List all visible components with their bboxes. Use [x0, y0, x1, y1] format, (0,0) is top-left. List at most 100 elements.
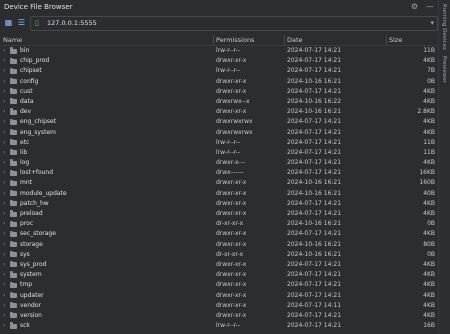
table-row[interactable]: › preload drwxr-xr-x 2024-07-17 14:21 4KB [0, 209, 438, 219]
chevron-right-icon[interactable]: › [3, 301, 5, 311]
folder-icon [10, 98, 17, 105]
file-permissions: drwxr-xr-x [216, 57, 247, 65]
chevron-right-icon[interactable]: › [3, 219, 5, 229]
column-divider[interactable] [213, 35, 214, 45]
table-row[interactable]: › bin lrw-r--r-- 2024-07-17 14:21 11B [0, 46, 438, 56]
file-permissions: lrw-r--r-- [216, 148, 241, 156]
folder-icon [10, 240, 17, 248]
minimize-icon[interactable]: — [426, 0, 434, 14]
table-row[interactable]: › mnt drwxr-xr-x 2024-10-16 16:21 160B [0, 178, 438, 188]
file-name: eng_chipset [20, 118, 57, 126]
column-header-date[interactable]: Date [287, 35, 303, 45]
filter-icon[interactable]: ☰ [16, 17, 27, 28]
table-row[interactable]: › cust drwxr-xr-x 2024-07-17 14:21 4KB [0, 87, 438, 97]
table-row[interactable]: › dev drwxr-xr-x 2024-10-16 16:21 2.8KB [0, 107, 438, 117]
chevron-right-icon[interactable]: › [3, 250, 5, 260]
file-permissions: drwxrwxrwx [216, 118, 253, 126]
table-row[interactable]: › patch_hw drwxr-xr-x 2024-07-17 14:21 4KB [0, 199, 438, 209]
device-label: 127.0.0.1:5555 [47, 19, 97, 27]
chevron-right-icon[interactable]: › [3, 189, 5, 199]
folder-icon [10, 179, 17, 186]
table-row[interactable]: › config drwxr-xr-x 2024-10-16 16:21 0B [0, 77, 438, 87]
column-header-name[interactable]: Name [3, 35, 22, 45]
file-size: 16B [423, 322, 435, 330]
chevron-right-icon[interactable]: › [3, 107, 5, 117]
table-row[interactable]: › module_update drwxr-xr-x 2024-10-16 16:21… [0, 189, 438, 199]
table-row[interactable]: › chip_prod drwxr-xr-x 2024-07-17 14:21 4KB [0, 56, 438, 66]
file-date: 2024-07-17 14:21 [287, 148, 342, 156]
folder-icon [10, 67, 17, 74]
chevron-right-icon[interactable]: › [3, 138, 5, 148]
chevron-right-icon[interactable]: › [3, 209, 5, 219]
table-row[interactable]: › eng_system drwxrwxrwx 2024-07-17 14:21 4KB [0, 128, 438, 138]
file-name: sec_storage [20, 230, 56, 238]
chevron-right-icon[interactable]: › [3, 66, 5, 76]
file-name: lost+found [20, 169, 54, 177]
table-row[interactable]: › storage drwxr-xr-x 2024-10-16 16:21 80B [0, 240, 438, 250]
table-row[interactable]: › sck lrw-r--r-- 2024-07-17 14:21 16B [0, 321, 438, 331]
table-row[interactable]: › sys dr-xr-xr-x 2024-10-16 16:21 0B [0, 250, 438, 260]
table-row[interactable]: › sys_prod drwxr-xr-x 2024-07-17 14:21 4KB [0, 260, 438, 270]
file-name: lib [20, 148, 28, 156]
table-row[interactable]: › system drwxr-xr-x 2024-07-17 14:21 4KB [0, 270, 438, 280]
chevron-right-icon[interactable]: › [3, 311, 5, 321]
chevron-right-icon[interactable]: › [3, 46, 5, 56]
file-name: sck [20, 322, 30, 330]
folder-icon [10, 159, 17, 166]
chevron-right-icon[interactable]: › [3, 280, 5, 290]
chevron-right-icon[interactable]: › [3, 148, 5, 158]
chevron-right-icon[interactable]: › [3, 291, 5, 301]
table-row[interactable]: › sec_storage drwxr-xr-x 2024-07-17 14:21 4K… [0, 229, 438, 239]
file-name: data [20, 97, 34, 105]
file-size: 4KB [423, 281, 435, 289]
file-name: cust [20, 87, 33, 95]
table-row[interactable]: › version drwxr-xr-x 2024-07-17 14:21 4KB [0, 311, 438, 321]
chevron-right-icon[interactable]: › [3, 240, 5, 250]
table-row[interactable]: › tmp drwxr-xr-x 2024-07-17 14:21 4KB [0, 280, 438, 290]
chevron-right-icon[interactable]: › [3, 321, 5, 331]
chevron-right-icon[interactable]: › [3, 199, 5, 209]
chevron-right-icon[interactable]: › [3, 260, 5, 270]
chevron-right-icon[interactable]: › [3, 97, 5, 107]
file-size: 4KB [423, 271, 435, 279]
table-row[interactable]: › lib lrw-r--r-- 2024-07-17 14:21 11B [0, 148, 438, 158]
table-header: Name Permissions Date Size [0, 35, 438, 46]
table-row[interactable]: › data drwxrwx--x 2024-10-16 16:22 4KB [0, 97, 438, 107]
chevron-right-icon[interactable]: › [3, 158, 5, 168]
column-header-permissions[interactable]: Permissions [216, 35, 254, 45]
file-size: 4KB [423, 230, 435, 238]
table-row[interactable]: › lost+found drwx------ 2024-07-17 14:21 16K… [0, 168, 438, 178]
chevron-right-icon[interactable]: › [3, 178, 5, 188]
chevron-right-icon[interactable]: › [3, 77, 5, 87]
chevron-right-icon[interactable]: › [3, 87, 5, 97]
table-row[interactable]: › proc dr-xr-xr-x 2024-10-16 16:21 0B [0, 219, 438, 229]
file-name: etc [20, 138, 30, 146]
table-row[interactable]: › etc lrw-r--r-- 2024-07-17 14:21 11B [0, 138, 438, 148]
table-row[interactable]: › updater drwxr-xr-x 2024-07-17 14:21 4KB [0, 291, 438, 301]
file-size: 4KB [423, 210, 435, 217]
file-name: patch_hw [20, 199, 49, 207]
table-row[interactable]: › chipset lrw-r--r-- 2024-07-17 14:21 7B [0, 66, 438, 76]
column-divider[interactable] [386, 35, 387, 45]
device-selector[interactable]: ▯ 127.0.0.1:5555 ▾ [30, 16, 438, 31]
chevron-right-icon[interactable]: › [3, 229, 5, 239]
gear-icon[interactable]: ⚙ [411, 0, 418, 14]
table-row[interactable]: › vendor drwxr-xr-x 2024-07-17 14:11 4KB [0, 301, 438, 311]
chevron-right-icon[interactable]: › [3, 117, 5, 127]
file-date: 2024-07-17 14:21 [287, 281, 342, 289]
chevron-right-icon[interactable]: › [3, 168, 5, 178]
column-header-size[interactable]: Size [389, 35, 402, 45]
table-row[interactable]: › eng_chipset drwxrwxrwx 2024-07-17 14:21 4K… [0, 117, 438, 127]
file-date: 2024-07-17 14:21 [287, 159, 342, 167]
file-name: sys [20, 250, 30, 258]
column-divider[interactable] [284, 35, 285, 45]
device-grid-icon[interactable]: ▦ [3, 17, 14, 28]
chevron-right-icon[interactable]: › [3, 128, 5, 138]
running-devices-tab[interactable]: Running Devices [441, 4, 447, 50]
file-date: 2024-07-17 14:21 [287, 199, 342, 207]
previewer-tab[interactable]: Previewer [441, 56, 447, 83]
chevron-right-icon[interactable]: › [3, 56, 5, 66]
chevron-right-icon[interactable]: › [3, 270, 5, 280]
file-date: 2024-10-16 16:21 [287, 179, 342, 187]
table-row[interactable]: › log drwxr-x--- 2024-07-17 14:21 4KB [0, 158, 438, 168]
